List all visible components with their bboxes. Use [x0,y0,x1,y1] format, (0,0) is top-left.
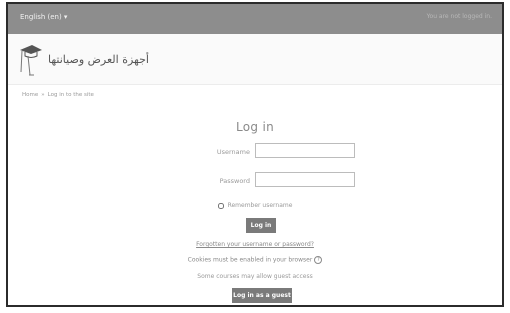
site-logo[interactable]: أجهزة العرض وصيانتها [18,42,149,76]
password-input[interactable] [255,172,355,187]
breadcrumb-separator: » [41,92,45,98]
forgot-password-link[interactable]: Forgotten your username or password? [8,241,502,248]
login-status: You are not logged in. [426,13,492,20]
help-icon[interactable]: ? [314,256,323,264]
browser-frame: English (en) ▾ You are not logged in. أج… [6,2,504,307]
guest-access-note: Some courses may allow guest access [197,273,313,280]
username-input[interactable] [255,143,355,158]
cookies-text: Cookies must be enabled in your browser [187,256,313,264]
remember-username-row: Remember username [8,202,502,209]
username-label: Username [216,148,250,156]
breadcrumb-home[interactable]: Home [22,92,38,98]
language-menu[interactable]: English (en) ▾ [20,13,67,21]
site-name: أجهزة العرض وصيانتها [48,52,149,66]
cookies-notice: Cookies must be enabled in your browser? [8,256,502,264]
site-header: أجهزة العرض وصيانتها [8,34,502,85]
guest-login-button[interactable]: Log in as a guest [232,288,292,303]
breadcrumb-current[interactable]: Log in to the site [48,92,94,98]
page-title: Log in [236,120,274,134]
top-navbar: English (en) ▾ You are not logged in. [8,4,502,34]
password-label: Password [219,177,250,185]
login-button[interactable]: Log in [246,218,276,233]
breadcrumb: Home» Log in to the site [22,92,94,98]
remember-username-label: Remember username [227,202,293,209]
remember-username-checkbox[interactable] [217,202,224,209]
graduation-cap-icon [20,45,42,76]
